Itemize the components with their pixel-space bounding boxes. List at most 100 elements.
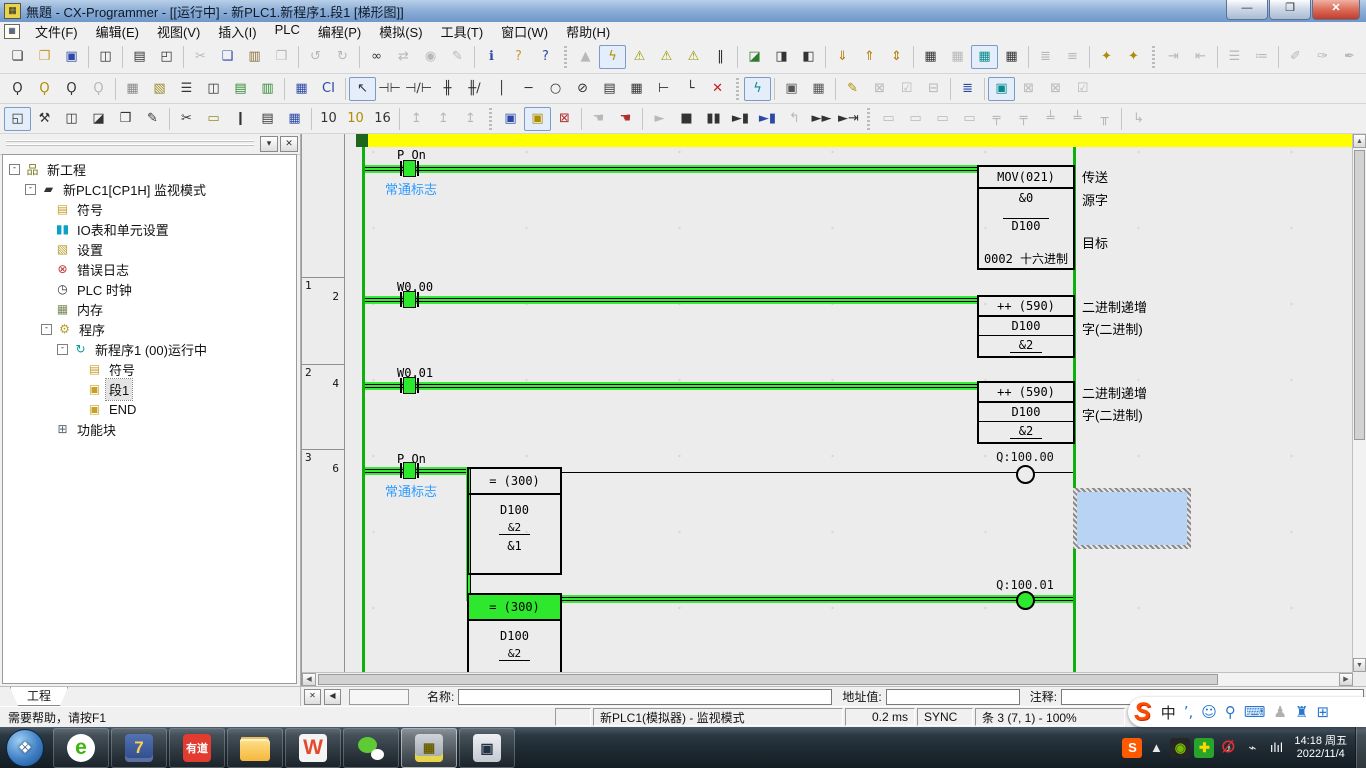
io-comment-view-icon[interactable]: ▦ (281, 107, 308, 131)
taskbar-youdao[interactable]: 有道 (169, 728, 225, 768)
simulation-monitor-icon[interactable]: ϟ (744, 77, 771, 101)
ime-keyboard-icon[interactable]: ⌨ (1244, 703, 1266, 721)
tree-item-program[interactable]: -⚙程序 (3, 319, 296, 339)
upload-2-icon[interactable]: ↥ (430, 107, 457, 131)
ime-toolbox-icon[interactable]: ⊞ (1316, 703, 1329, 721)
menu-工具t[interactable]: 工具(T) (432, 21, 493, 42)
online-edit-rung-icon[interactable]: ✎ (839, 77, 866, 101)
continuous-step-run-icon[interactable]: ►► (808, 107, 835, 131)
menu-插入i[interactable]: 插入(I) (209, 21, 265, 42)
scroll-down-button[interactable]: ▼ (1353, 658, 1366, 672)
transfer-warning-icon[interactable]: ⚠ (653, 45, 680, 69)
line-connect-icon[interactable]: └ (677, 77, 704, 101)
new-closed-coil-icon[interactable]: ⊘ (569, 77, 596, 101)
horizontal-scroll-thumb[interactable] (318, 674, 1218, 685)
start-button[interactable]: ❖ (6, 729, 44, 767)
operand[interactable]: D100 (1003, 218, 1050, 233)
ladder-tab-close-button[interactable]: ✕ (304, 689, 321, 705)
options-icon[interactable]: ⚒ (31, 107, 58, 131)
window-layout-icon[interactable]: ◱ (4, 107, 31, 131)
online-edit-send-icon[interactable]: ☑ (893, 77, 920, 101)
monitor-warning-icon[interactable]: ⚠ (680, 45, 707, 69)
panel-close-button[interactable]: ✕ (280, 136, 298, 152)
find-references-icon[interactable]: ◉ (417, 45, 444, 69)
coil-label[interactable]: Q:100.01 (965, 578, 1085, 592)
menu-模拟s[interactable]: 模拟(S) (370, 21, 431, 42)
panel-dropdown-button[interactable]: ▾ (260, 136, 278, 152)
sogou-logo-icon[interactable]: S (1134, 698, 1151, 727)
force-on-icon[interactable]: ☚ (585, 107, 612, 131)
return-icon-icon[interactable]: ↳ (1125, 107, 1152, 131)
paste-icon[interactable]: ▥ (241, 45, 268, 69)
mdi-child-icon[interactable]: ▦ (4, 24, 20, 39)
rung-properties-icon[interactable]: ≔ (1248, 45, 1275, 69)
toggle-workspace-icon[interactable]: ❒ (112, 107, 139, 131)
print-preview-icon[interactable]: ◰ (153, 45, 180, 69)
form-view-icon[interactable]: ▤ (254, 107, 281, 131)
menu-窗口w[interactable]: 窗口(W) (492, 21, 557, 42)
watch-window-icon[interactable]: ▦ (917, 45, 944, 69)
replace-all-icon[interactable]: ✎ (444, 45, 471, 69)
comment-display-icon[interactable]: ▧ (146, 77, 173, 101)
compare-mark-2-icon[interactable]: ✑ (1309, 45, 1336, 69)
grid-toggle-icon[interactable]: ▦ (119, 77, 146, 101)
ime-voice-icon[interactable]: ⚲ (1225, 703, 1236, 721)
menu-视图v[interactable]: 视图(V) (148, 21, 209, 42)
plc-online-icon[interactable]: ▣ (497, 107, 524, 131)
new-or-contact-icon[interactable]: ╫ (434, 77, 461, 101)
release-password-icon[interactable]: ✦ (1120, 45, 1147, 69)
ladder-canvas[interactable]: P_On 常通标志 MOV(021) &0 D100 0002 十六进制 传送 … (345, 134, 1353, 672)
taskbar-clock[interactable]: 14:18 周五 2022/11/4 (1294, 735, 1347, 761)
vertical-scrollbar[interactable]: ▲ ▼ (1352, 134, 1366, 672)
pause-icon[interactable]: ▮▮ (700, 107, 727, 131)
rung-margin-cell[interactable]: 3 6 (302, 450, 344, 672)
watch-tab-1-icon[interactable]: ⊠ (1015, 77, 1042, 101)
menu-帮助h[interactable]: 帮助(H) (557, 21, 619, 42)
network-signal-icon[interactable]: ılıl (1266, 738, 1286, 758)
ci-view-icon[interactable]: CI (315, 77, 342, 101)
rung-list-icon[interactable]: ☰ (1221, 45, 1248, 69)
taskbar-360-browser[interactable]: e (53, 728, 109, 768)
mov-instruction-block[interactable]: MOV(021) &0 D100 0002 十六进制 (977, 165, 1075, 270)
menu-plc[interactable]: PLC (266, 21, 309, 42)
equals-instruction-block[interactable]: = (300) D100 &2 (467, 593, 562, 672)
toggle-output-window-icon[interactable]: ◪ (85, 107, 112, 131)
tree-item-symbols[interactable]: ▤符号 (3, 199, 296, 219)
new-plc-instruction-icon[interactable]: ▤ (596, 77, 623, 101)
zoom-custom-icon[interactable]: Ϙ (31, 77, 58, 101)
stack-online-edit-icon[interactable]: ▣ (778, 77, 805, 101)
local-symbol-table-icon[interactable]: ▥ (254, 77, 281, 101)
power-plug-icon[interactable]: ⌁ (1242, 738, 1262, 758)
ime-skin-icon[interactable]: ♜ (1295, 703, 1308, 721)
tree-expander[interactable]: - (57, 344, 68, 355)
sogou-tray-icon[interactable]: S (1122, 738, 1142, 758)
work-online-simulator-icon[interactable]: ϟ (599, 45, 626, 69)
work-offline-icon[interactable]: ▲ (572, 45, 599, 69)
tune-4-icon[interactable]: ╧ (1064, 107, 1091, 131)
tree-item-memory[interactable]: ▦内存 (3, 299, 296, 319)
program-check-icon[interactable]: ◧ (795, 45, 822, 69)
online-edit-cancel-icon[interactable]: ⊠ (866, 77, 893, 101)
replace-icon[interactable]: ⇄ (390, 45, 417, 69)
split-window-icon[interactable]: ✂ (173, 107, 200, 131)
task-online-edit-icon[interactable]: ▦ (805, 77, 832, 101)
operand[interactable]: D100 (469, 501, 560, 519)
step-in-icon[interactable]: ►▮ (754, 107, 781, 131)
tree-item-project[interactable]: -品新工程 (3, 159, 296, 179)
operand[interactable]: D100 (979, 403, 1073, 422)
open-file-icon[interactable]: ❐ (31, 45, 58, 69)
rung-wrap-icon[interactable]: ☰ (173, 77, 200, 101)
cross-reference-icon[interactable]: ▣ (988, 77, 1015, 101)
transfer-from-plc-icon[interactable]: ⇑ (856, 45, 883, 69)
watch-tab-2-icon[interactable]: ⊠ (1042, 77, 1069, 101)
horizontal-scrollbar[interactable]: ◀ ▶ (302, 672, 1353, 686)
new-instruction-2-icon[interactable]: ▦ (623, 77, 650, 101)
menu-文件f[interactable]: 文件(F) (26, 21, 87, 42)
tree-item-symbols[interactable]: ▤符号 (3, 359, 296, 379)
scroll-left-button[interactable]: ◀ (302, 673, 316, 686)
print-settings-icon[interactable]: ◫ (92, 45, 119, 69)
tune-5-icon[interactable]: ╥ (1091, 107, 1118, 131)
tree-item-section[interactable]: ▣END (3, 399, 296, 419)
new-horizontal-line-icon[interactable]: ─ (515, 77, 542, 101)
undo-icon[interactable]: ↺ (302, 45, 329, 69)
